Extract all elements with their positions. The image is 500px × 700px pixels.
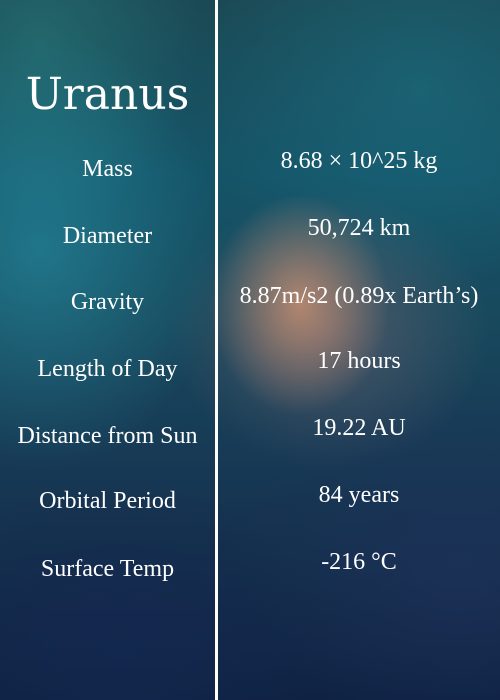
fact-row-gravity: Gravity 8.87m/s2 (0.89x Earth’s)	[0, 283, 500, 327]
fact-row-length-of-day: Length of Day 17 hours	[0, 348, 500, 394]
fact-label: Surface Temp	[40, 556, 175, 582]
fact-row-distance-from-sun: Distance from Sun 19.22 AU	[0, 415, 500, 461]
fact-value: 19.22 AU	[312, 415, 406, 441]
planet-fact-card: Uranus Mass 8.68 × 10^25 kg Diameter 50,…	[0, 0, 500, 700]
fact-label: Gravity	[70, 289, 145, 315]
fact-label: Orbital Period	[39, 488, 176, 514]
fact-value: -216 °C	[321, 549, 397, 575]
fact-value: 8.87m/s2 (0.89x Earth’s)	[239, 283, 479, 309]
fact-value: 84 years	[318, 482, 400, 508]
fact-value: 50,724 km	[307, 215, 411, 241]
fact-row-diameter: Diameter 50,724 km	[0, 215, 500, 261]
fact-label: Mass	[82, 156, 133, 182]
fact-row-surface-temp: Surface Temp -216 °C	[0, 549, 500, 594]
fact-label: Diameter	[62, 223, 153, 249]
fact-value: 17 hours	[317, 348, 401, 374]
fact-row-mass: Mass 8.68 × 10^25 kg	[0, 148, 500, 194]
planet-title: Uranus	[25, 69, 190, 120]
fact-value: 8.68 × 10^25 kg	[280, 148, 438, 174]
fact-row-orbital-period: Orbital Period 84 years	[0, 482, 500, 526]
fact-label: Distance from Sun	[17, 423, 198, 449]
fact-label: Length of Day	[37, 356, 178, 382]
